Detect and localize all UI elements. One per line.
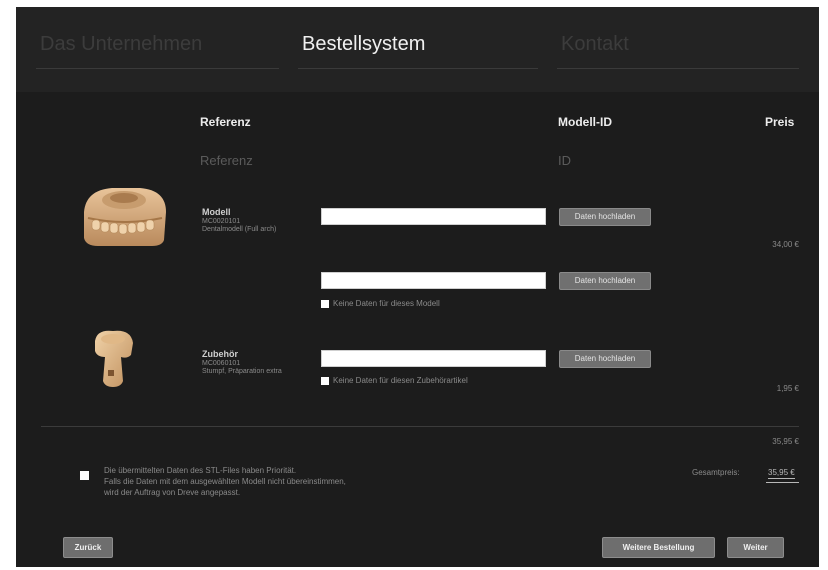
note-line: wird der Auftrag von Dreve angepasst.	[104, 488, 241, 497]
no-data-accessory-checkbox[interactable]	[321, 377, 329, 385]
total-price-value: 35,95 €	[768, 468, 795, 479]
no-data-model-checkbox[interactable]	[321, 300, 329, 308]
item-code-accessory: MC0060101	[202, 360, 241, 367]
total-price-label: Gesamtpreis:	[692, 468, 740, 477]
tab-contact[interactable]: Kontakt	[557, 33, 799, 69]
item-desc-model: Dentalmodell (Full arch)	[202, 226, 277, 233]
accessory-file-field[interactable]	[321, 350, 546, 367]
stl-priority-note: Die übermittelten Daten des STL-Files ha…	[104, 465, 464, 498]
model-file-field-1[interactable]	[321, 208, 546, 225]
upload-data-button-3[interactable]: Daten hochladen	[559, 350, 651, 368]
additional-order-button[interactable]: Weitere Bestellung	[602, 537, 715, 558]
model-file-field-2[interactable]	[321, 272, 546, 289]
upload-data-button-2[interactable]: Daten hochladen	[559, 272, 651, 290]
no-data-accessory-label: Keine Daten für diesen Zubehörartikel	[333, 376, 468, 385]
stl-priority-checkbox[interactable]	[80, 471, 89, 480]
no-data-model-label: Keine Daten für dieses Modell	[333, 299, 440, 308]
subtotal: 35,95 €	[772, 437, 799, 446]
upload-data-button-1[interactable]: Daten hochladen	[559, 208, 651, 226]
item-code-model: MC0020101	[202, 218, 241, 225]
back-button[interactable]: Zurück	[63, 537, 113, 558]
order-system-window: Das Unternehmen Bestellsystem Kontakt Re…	[16, 7, 819, 567]
id-subheader: ID	[558, 153, 571, 168]
item-desc-accessory: Stumpf, Präparation extra	[202, 368, 282, 375]
column-header-reference: Referenz	[200, 115, 251, 129]
total-price-underline	[766, 482, 799, 483]
note-line: Falls die Daten mit dem ausgewählten Mod…	[104, 477, 346, 486]
next-button[interactable]: Weiter	[727, 537, 784, 558]
item-name-model: Modell	[202, 207, 231, 217]
top-navigation: Das Unternehmen Bestellsystem Kontakt	[16, 7, 819, 92]
price-accessory: 1,95 €	[776, 384, 799, 393]
reference-subheader: Referenz	[200, 153, 253, 168]
section-divider	[41, 426, 799, 427]
price-model: 34,00 €	[772, 240, 799, 249]
item-name-accessory: Zubehör	[202, 349, 238, 359]
dental-model-image	[84, 188, 166, 246]
accessory-die-image	[95, 330, 133, 387]
note-line: Die übermittelten Daten des STL-Files ha…	[104, 466, 297, 475]
column-header-price: Preis	[765, 115, 795, 129]
column-header-model-id: Modell-ID	[558, 115, 612, 129]
tab-company[interactable]: Das Unternehmen	[36, 33, 279, 69]
tab-order-system[interactable]: Bestellsystem	[298, 33, 538, 69]
